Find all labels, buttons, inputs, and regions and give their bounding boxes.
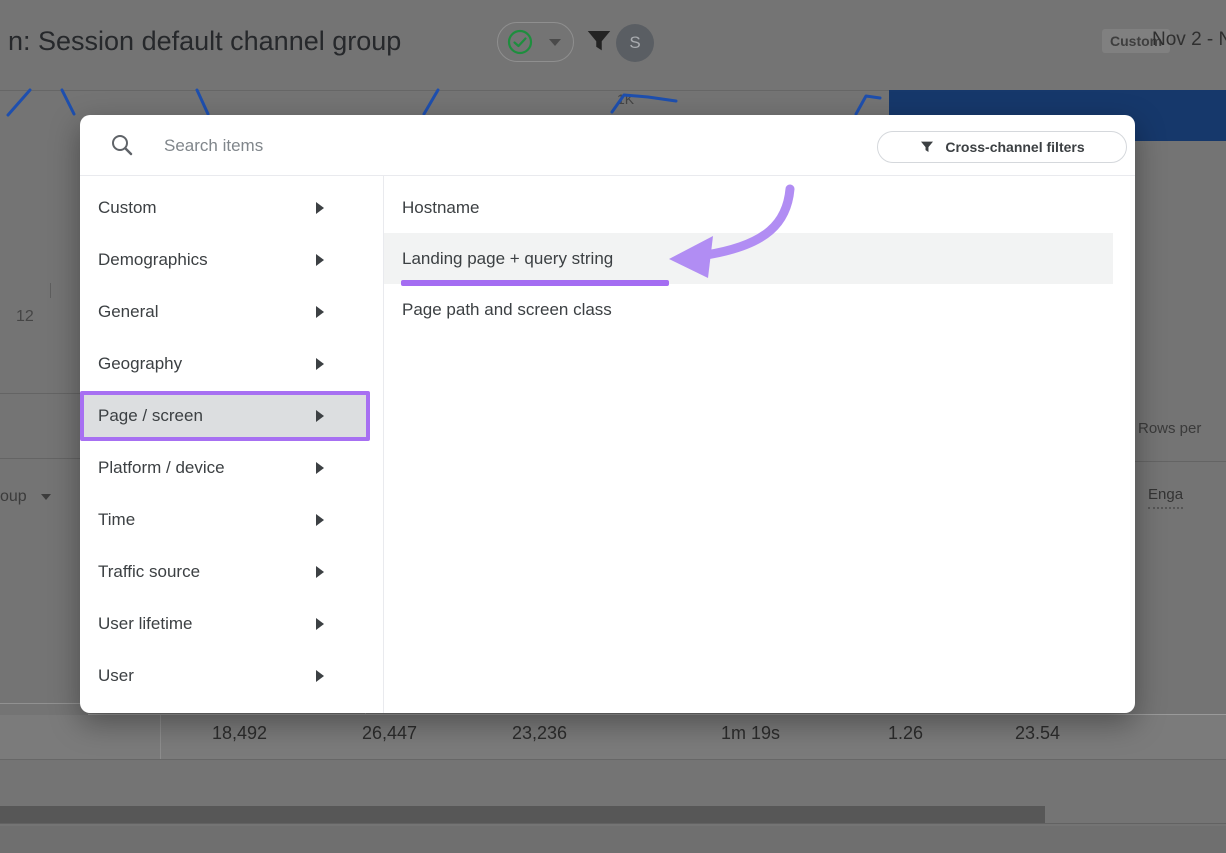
rows-per-page-label: Rows per <box>1138 420 1201 437</box>
chart-x-tick-label: 12 <box>16 308 34 326</box>
dimension-hostname[interactable]: Hostname <box>384 182 1135 233</box>
horizontal-scrollbar-thumb[interactable] <box>0 806 1045 823</box>
annotation-underline <box>401 280 669 286</box>
chevron-down-icon <box>41 494 51 500</box>
chevron-right-icon <box>316 358 324 370</box>
total-engaged-sessions-value: 23,236 <box>437 723 567 744</box>
divider <box>0 458 80 459</box>
search-input[interactable] <box>162 129 586 163</box>
category-geography[interactable]: Geography <box>80 338 383 390</box>
chevron-right-icon <box>316 306 324 318</box>
category-platform-device[interactable]: Platform / device <box>80 442 383 494</box>
chevron-right-icon <box>316 566 324 578</box>
engagement-column-header-partial[interactable]: Enga <box>1148 486 1183 509</box>
total-sessions-value: 26,447 <box>287 723 417 744</box>
chevron-right-icon <box>316 462 324 474</box>
search-bar: Cross-channel filters <box>80 115 1135 176</box>
category-menu: Custom Demographics General Geography Pa… <box>80 182 383 702</box>
table-border <box>0 759 1226 760</box>
dimension-picker-dialog: Cross-channel filters Custom Demographic… <box>80 115 1135 713</box>
dimension-page-path-screen-class[interactable]: Page path and screen class <box>384 284 1135 335</box>
filter-funnel-icon <box>919 139 935 155</box>
divider <box>0 703 85 704</box>
total-users-value: 18,492 <box>137 723 267 744</box>
category-user-lifetime[interactable]: User lifetime <box>80 598 383 650</box>
cross-channel-filters-button[interactable]: Cross-channel filters <box>877 131 1127 163</box>
category-demographics[interactable]: Demographics <box>80 234 383 286</box>
category-time[interactable]: Time <box>80 494 383 546</box>
chevron-right-icon <box>316 670 324 682</box>
total-duration-value: 1m 19s <box>650 723 780 744</box>
dimension-landing-page-query-string[interactable]: Landing page + query string <box>384 233 1113 284</box>
chevron-right-icon <box>316 410 324 422</box>
category-traffic-source[interactable]: Traffic source <box>80 546 383 598</box>
bottom-strip <box>0 826 1226 853</box>
total-ratio-value: 1.26 <box>793 723 923 744</box>
divider <box>0 393 80 394</box>
category-page-screen[interactable]: Page / screen <box>80 391 370 441</box>
category-custom[interactable]: Custom <box>80 182 383 234</box>
axis-tick <box>50 283 51 298</box>
dimension-list: Hostname Landing page + query string Pag… <box>384 176 1135 713</box>
table-column-header-partial[interactable]: oup <box>0 488 51 506</box>
chevron-right-icon <box>316 618 324 630</box>
chevron-right-icon <box>316 514 324 526</box>
chevron-right-icon <box>316 202 324 214</box>
category-general[interactable]: General <box>80 286 383 338</box>
divider <box>1135 461 1226 462</box>
category-user[interactable]: User <box>80 650 383 702</box>
total-rate-value: 23.54 <box>930 723 1060 744</box>
screen: n: Session default channel group S Custo… <box>0 0 1226 853</box>
scrollbar-track-edge <box>0 823 1226 824</box>
search-icon <box>110 133 134 157</box>
chevron-right-icon <box>316 254 324 266</box>
